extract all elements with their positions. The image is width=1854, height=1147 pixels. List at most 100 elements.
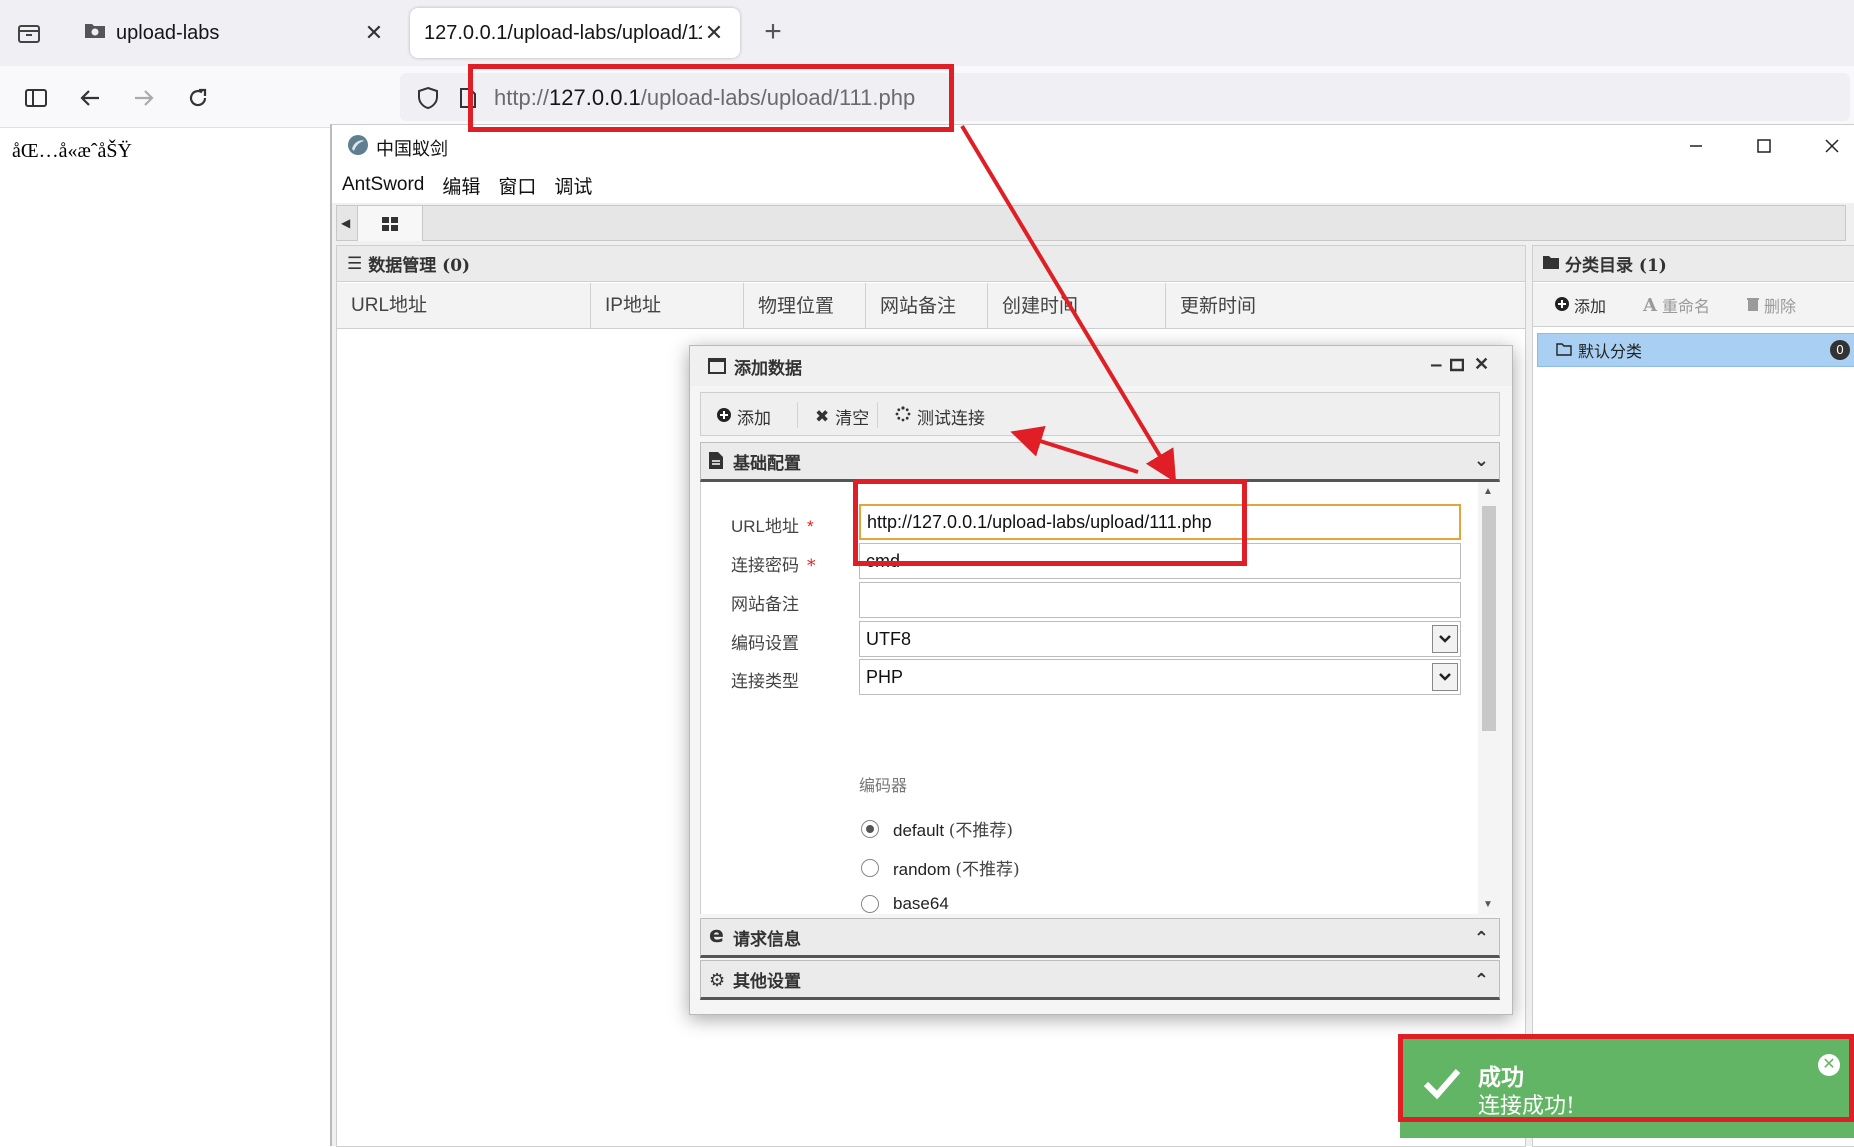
tab-upload-labs[interactable]: upload-labs ✕ xyxy=(70,8,400,58)
back-arrow-icon[interactable] xyxy=(72,80,108,116)
encoder-name: default xyxy=(893,821,945,840)
add-button[interactable]: 添加 xyxy=(717,404,771,429)
chevron-down-icon[interactable]: ⌄ xyxy=(1474,450,1489,471)
times-icon: ✖ xyxy=(815,406,830,427)
encoding-select[interactable]: UTF8 xyxy=(859,621,1461,657)
dialog-titlebar: 添加数据 ‒ ✕ xyxy=(690,346,1512,386)
close-icon[interactable] xyxy=(1812,131,1852,161)
new-tab-button[interactable]: + xyxy=(758,17,788,47)
menu-window[interactable]: 窗口 xyxy=(498,172,536,199)
category-item-default[interactable]: 默认分类 0 xyxy=(1537,333,1854,367)
chevron-up-icon[interactable]: ⌃ xyxy=(1474,970,1489,991)
category-toolbar: 添加 A 重命名 删除 xyxy=(1533,283,1854,327)
type-select[interactable]: PHP xyxy=(859,659,1461,695)
clear-button[interactable]: ✖ 清空 xyxy=(815,404,869,430)
tab-close-icon[interactable]: ✕ xyxy=(702,20,726,46)
column-ip[interactable]: IP地址 xyxy=(591,283,744,329)
section-basic-title: 基础配置 xyxy=(733,453,801,474)
tab-title: upload-labs xyxy=(116,21,220,44)
test-connection-button[interactable]: 测试连接 xyxy=(895,404,985,429)
column-location[interactable]: 物理位置 xyxy=(744,283,866,329)
menu-antsword[interactable]: AntSword xyxy=(342,174,424,196)
url-input[interactable]: http://127.0.0.1/upload-labs/upload/111.… xyxy=(859,504,1461,540)
dialog-toolbar: 添加 ✖ 清空 测试连接 xyxy=(700,392,1500,436)
section-other-settings[interactable]: ⚙ 其他设置 ⌃ xyxy=(700,960,1500,1000)
encoder-name: random xyxy=(893,860,951,879)
tab-list-icon[interactable] xyxy=(14,18,44,48)
column-note[interactable]: 网站备注 xyxy=(866,283,988,329)
toast-close-icon[interactable]: ✕ xyxy=(1818,1054,1840,1076)
browser-tab-bar: upload-labs ✕ 127.0.0.1/upload-labs/uplo… xyxy=(0,0,1854,66)
radio-selected[interactable] xyxy=(861,819,879,838)
category-count-badge: 0 xyxy=(1830,340,1850,360)
password-input[interactable]: cmd xyxy=(859,543,1461,579)
window-title: 中国蚁剑 xyxy=(376,139,448,159)
encoder-name: base64 xyxy=(893,894,949,913)
category-add-button[interactable]: 添加 xyxy=(1555,293,1606,317)
plus-circle-icon xyxy=(717,407,731,427)
page-output-text: åŒ…å«æˆåŠŸ xyxy=(12,140,132,162)
chevron-down-icon[interactable] xyxy=(1432,663,1458,691)
encoder-option-default[interactable]: default (不推荐) xyxy=(861,816,1013,841)
list-icon: ☰ xyxy=(347,253,363,274)
note-label: 网站备注 xyxy=(731,595,799,615)
radio-unselected[interactable] xyxy=(861,895,879,913)
form-scrollbar[interactable]: ▲ ▼ xyxy=(1478,482,1500,914)
file-icon xyxy=(709,452,723,474)
plus-circle-icon xyxy=(1555,296,1569,315)
category-add-label: 添加 xyxy=(1574,297,1607,316)
scroll-down-icon[interactable]: ▼ xyxy=(1483,899,1493,910)
category-delete-button[interactable]: 删除 xyxy=(1747,293,1796,317)
url-text[interactable]: http://127.0.0.1/upload-labs/upload/111.… xyxy=(494,85,915,111)
add-data-dialog: 添加数据 ‒ ✕ 添加 ✖ 清空 测试连接 基础配置 ⌄ URL地址 * http… xyxy=(689,345,1513,1015)
maximize-icon[interactable] xyxy=(1744,131,1784,161)
font-icon: A xyxy=(1643,294,1657,316)
folder-open-icon xyxy=(1556,341,1572,360)
encoding-value: UTF8 xyxy=(866,629,911,649)
gears-icon: ⚙ xyxy=(709,970,726,991)
category-rename-button[interactable]: A 重命名 xyxy=(1643,293,1710,317)
page-icon[interactable] xyxy=(450,80,486,116)
folder-icon xyxy=(84,21,106,45)
column-created[interactable]: 创建时间 xyxy=(988,283,1166,329)
category-panel: 分类目录 (1) 添加 A 重命名 删除 默认分类 0 xyxy=(1532,245,1854,1147)
dialog-minimize-icon[interactable]: ‒ xyxy=(1430,354,1443,375)
section-request-title: 请求信息 xyxy=(733,929,801,950)
chevron-up-icon[interactable]: ⌃ xyxy=(1474,928,1489,949)
tab-close-icon[interactable]: ✕ xyxy=(362,20,386,46)
section-request-info[interactable]: e 请求信息 ⌃ xyxy=(700,918,1500,958)
section-basic-config[interactable]: 基础配置 ⌄ xyxy=(700,442,1500,482)
menu-bar: AntSword 编辑 窗口 调试 xyxy=(332,167,1854,203)
reload-icon[interactable] xyxy=(180,80,216,116)
category-delete-label: 删除 xyxy=(1764,297,1797,316)
forward-arrow-icon[interactable] xyxy=(126,80,162,116)
category-rename-label: 重命名 xyxy=(1661,297,1710,316)
scroll-up-icon[interactable]: ▲ xyxy=(1483,486,1493,497)
tab-title: 127.0.0.1/upload-labs/upload/11 xyxy=(424,21,702,44)
shield-icon[interactable] xyxy=(410,80,446,116)
column-updated[interactable]: 更新时间 xyxy=(1166,283,1344,329)
type-value: PHP xyxy=(866,667,904,687)
chevron-down-icon[interactable] xyxy=(1432,625,1458,653)
menu-edit[interactable]: 编辑 xyxy=(442,172,480,199)
dialog-maximize-icon[interactable] xyxy=(1449,356,1465,377)
minimize-icon[interactable] xyxy=(1676,131,1716,161)
tab-111-php[interactable]: 127.0.0.1/upload-labs/upload/11 ✕ xyxy=(410,8,740,58)
scrollbar-thumb[interactable] xyxy=(1482,506,1496,731)
toolbar-divider xyxy=(797,402,798,428)
sidebar-icon[interactable] xyxy=(18,80,54,116)
basic-config-form: URL地址 * http://127.0.0.1/upload-labs/uplo… xyxy=(700,482,1478,914)
dialog-close-icon[interactable]: ✕ xyxy=(1474,354,1489,375)
spinner-icon xyxy=(895,406,911,427)
type-label: 连接类型 xyxy=(731,672,799,692)
tab-scroll-left-icon[interactable]: ◀ xyxy=(341,216,350,230)
category-panel-header: 分类目录 (1) xyxy=(1533,246,1854,282)
column-url[interactable]: URL地址 xyxy=(337,283,591,329)
radio-unselected[interactable] xyxy=(861,858,879,877)
encoder-option-base64[interactable]: base64 xyxy=(861,894,949,914)
note-input[interactable] xyxy=(859,582,1461,618)
encoder-option-random[interactable]: random (不推荐) xyxy=(861,855,1020,880)
category-item-label: 默认分类 xyxy=(1578,342,1643,361)
grid-icon[interactable] xyxy=(357,206,423,241)
menu-debug[interactable]: 调试 xyxy=(554,172,592,199)
